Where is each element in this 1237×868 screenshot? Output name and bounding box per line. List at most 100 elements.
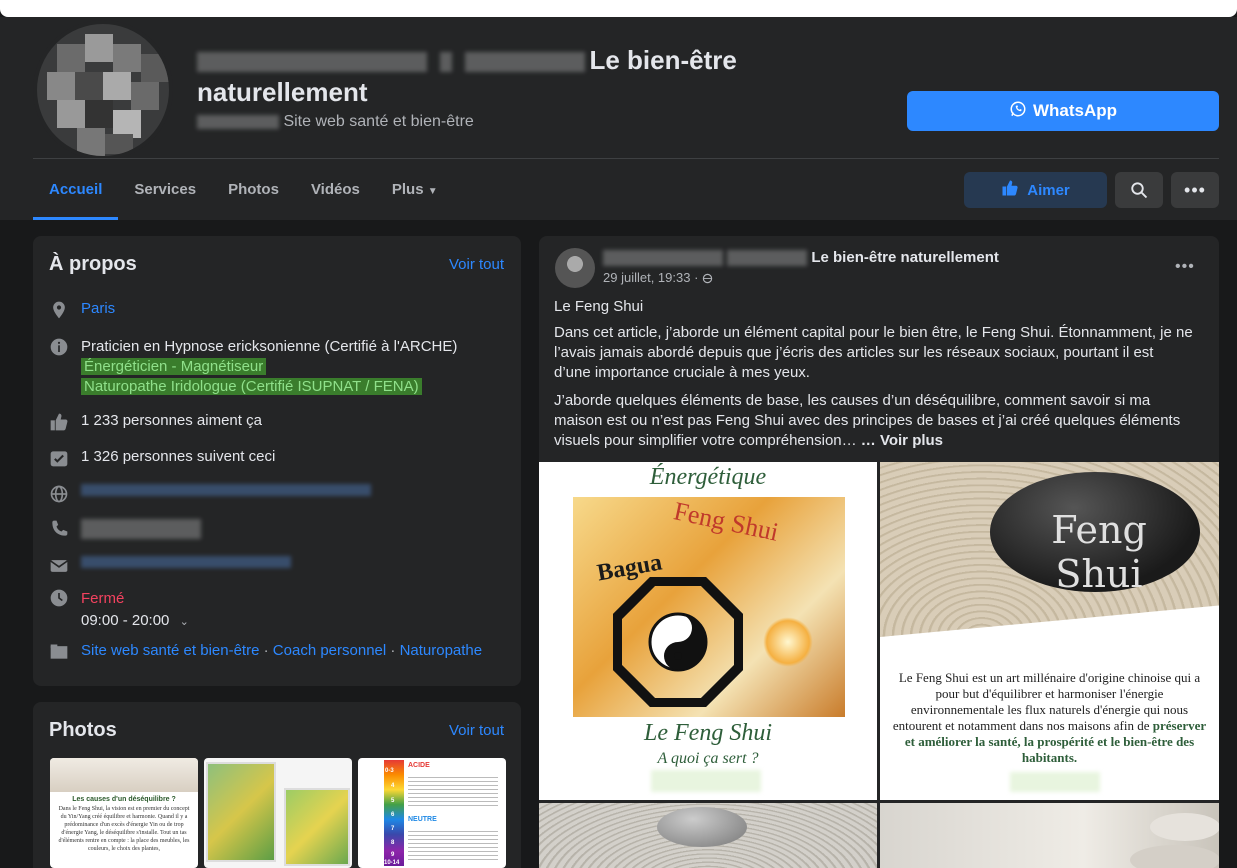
image-footer-subtitle: A quoi ça sert ? <box>657 750 759 767</box>
photos-title: Photos <box>49 719 117 741</box>
ph-value: 7 <box>391 826 395 832</box>
page-title-line2: naturellement <box>197 77 368 107</box>
like-button[interactable]: Aimer <box>964 172 1107 208</box>
page-header: Le bien-être naturellement Site web sant… <box>0 17 1237 220</box>
see-more-link[interactable]: … Voir plus <box>861 432 943 449</box>
crystal-glow <box>763 617 813 667</box>
feng-shui-stone: Feng Shui <box>990 472 1200 596</box>
illustration-fengshui-text: Feng Shui <box>671 496 782 547</box>
redacted-name <box>727 250 808 267</box>
about-website-row <box>49 484 371 504</box>
post-author[interactable]: Le bien-être naturellement <box>603 249 999 267</box>
redacted-watermark <box>1010 772 1100 792</box>
category-separator: · <box>390 642 396 659</box>
search-icon <box>1131 182 1148 199</box>
about-description-row: Praticien en Hypnose ericksonienne (Cert… <box>49 337 457 397</box>
like-label: Aimer <box>1027 181 1070 199</box>
tab-services[interactable]: Services <box>118 159 212 220</box>
photos-see-all-link[interactable]: Voir tout <box>449 722 504 739</box>
redacted-phone <box>81 519 201 539</box>
about-card: À propos Voir tout Paris Praticien en Hy… <box>33 236 521 686</box>
ph-value: 9 <box>391 852 395 858</box>
phone-icon <box>52 520 68 536</box>
about-followers-row: 1 326 personnes suivent ceci <box>49 448 275 468</box>
about-hours-row: Fermé 09:00 - 20:00 ⌄ <box>49 588 189 633</box>
tab-photos[interactable]: Photos <box>212 159 295 220</box>
redacted-name <box>197 52 427 73</box>
follow-check-icon <box>50 451 68 467</box>
ph-value: 8 <box>391 840 395 846</box>
post-more-icon[interactable]: ••• <box>1175 258 1195 276</box>
location-link[interactable]: Paris <box>81 300 115 317</box>
description-line-2: Énergéticien - Magnétiseur <box>81 358 267 375</box>
tab-accueil[interactable]: Accueil <box>33 159 119 220</box>
bagua-icon <box>613 577 743 707</box>
photo-thumbnail[interactable]: ACIDE NEUTRE 0-3 4 5 6 7 8 9 10-14 <box>358 758 506 868</box>
ph-value: 5 <box>391 798 395 804</box>
page-title: Le bien-être naturellement <box>197 44 797 108</box>
post-date[interactable]: 29 juillet, 19:33 · <box>603 270 698 285</box>
ph-value: 4 <box>391 783 395 789</box>
ph-value: 0-3 <box>385 768 394 774</box>
thumb-text-lines <box>408 828 498 862</box>
post-image-fengshui-bagua[interactable]: Énergétique Feng Shui Bagua Le Feng Shui… <box>539 462 877 800</box>
category-separator: · <box>263 642 269 659</box>
photo-thumbnail[interactable]: Les causes d'un déséquilibre ? Dans le F… <box>50 758 198 868</box>
category-link-1[interactable]: Site web santé et bien-être <box>81 642 259 659</box>
about-phone-row <box>49 519 201 539</box>
location-pin-icon <box>53 301 65 319</box>
category-link-3[interactable]: Naturopathe <box>400 642 483 659</box>
post-author-avatar[interactable] <box>555 248 595 288</box>
more-options-button[interactable]: ••• <box>1171 172 1219 208</box>
page-avatar[interactable] <box>33 20 173 160</box>
redacted-name <box>603 250 723 267</box>
caret-down-icon: ▼ <box>427 186 438 197</box>
redacted-website <box>81 484 371 496</box>
ph-acid-label: ACIDE <box>408 762 430 769</box>
thumb-image <box>206 762 276 862</box>
about-likes-row: 1 233 personnes aiment ça <box>49 412 262 432</box>
tab-plus[interactable]: Plus ▼ <box>376 159 454 220</box>
info-icon <box>50 338 68 356</box>
post-meta: 29 juillet, 19:33 · <box>603 270 713 285</box>
stone-description: Le Feng Shui est un art millénaire d'ori… <box>890 670 1209 766</box>
about-email-row <box>49 556 291 576</box>
photo-thumbnail[interactable] <box>204 758 352 868</box>
image-footer-title: Le Feng Shui <box>644 720 772 746</box>
ph-neutral-label: NEUTRE <box>408 816 437 823</box>
top-bar <box>0 0 1237 17</box>
page-category: Site web santé et bien-être <box>197 113 474 131</box>
thumb-text: Dans le Feng Shui, la vision est en prem… <box>58 806 190 852</box>
category-link-2[interactable]: Coach personnel <box>273 642 386 659</box>
post-image-stones[interactable] <box>880 803 1219 868</box>
thumb-image <box>50 758 198 792</box>
tab-videos[interactable]: Vidéos <box>295 159 376 220</box>
tab-plus-label: Plus <box>391 181 424 198</box>
image-heading: Énergétique <box>649 464 767 490</box>
closed-status: Fermé <box>81 590 125 607</box>
redacted-handle <box>197 114 279 129</box>
email-icon <box>50 560 68 572</box>
post-image-zen-garden[interactable] <box>539 803 877 868</box>
about-categories-row: Site web santé et bien-être · Coach pers… <box>49 642 482 662</box>
page-tabs: Accueil Services Photos Vidéos Plus ▼ <box>33 159 454 220</box>
opening-hours: 09:00 - 20:00 <box>81 612 170 629</box>
about-title: À propos <box>49 253 137 275</box>
thumb-image <box>284 788 350 866</box>
about-see-all-link[interactable]: Voir tout <box>449 256 504 273</box>
post-paragraph-2: J’aborde quelques éléments de base, les … <box>554 391 1194 451</box>
hours-toggle[interactable]: 09:00 - 20:00 ⌄ <box>81 610 189 633</box>
thumbs-up-icon <box>1001 179 1019 201</box>
thumbs-up-icon <box>50 413 68 431</box>
ph-value: 6 <box>391 812 395 818</box>
stone-stack <box>1130 845 1219 868</box>
post-title: Le Feng Shui <box>554 298 644 315</box>
chevron-down-icon: ⌄ <box>179 616 189 628</box>
category-icon <box>50 644 68 659</box>
globe-icon <box>50 485 68 503</box>
post-image-fengshui-stone[interactable]: Feng Shui Le Feng Shui est un art millén… <box>880 462 1219 800</box>
search-button[interactable] <box>1115 172 1163 208</box>
redacted-name <box>465 52 586 73</box>
post-card: Le bien-être naturellement 29 juillet, 1… <box>539 236 1219 868</box>
whatsapp-button[interactable]: WhatsApp <box>907 91 1219 131</box>
